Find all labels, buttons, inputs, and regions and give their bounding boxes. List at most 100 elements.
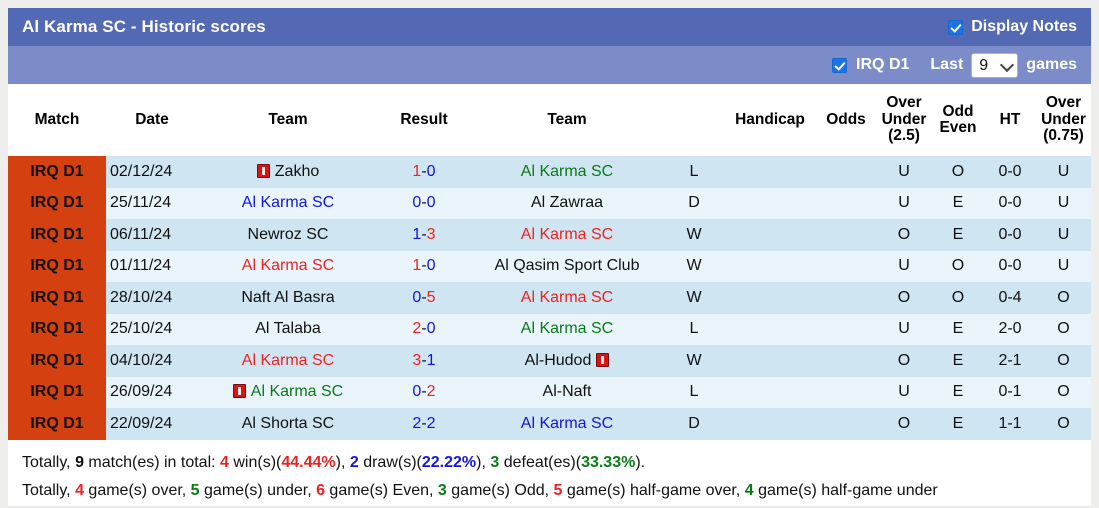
home-team-cell[interactable]: Newroz SC [198,219,378,251]
score-home: 2 [412,320,422,338]
sum1-t4: ), [335,453,350,471]
display-notes-checkbox[interactable] [948,19,964,35]
col-header-odd-even-line1: Odd [942,102,974,120]
table-row[interactable]: IRQ D1 26/09/24 Al Karma SC 0-2 Al-Naft L U E 0-… [8,376,1091,408]
odd-even-value: O [932,156,984,188]
result-wdl: W [664,219,724,251]
col-header-odd-even[interactable]: Odd Even [932,84,984,156]
table-row[interactable]: IRQ D1 22/09/24 Al Shorta SC 2-2 Al Karma SC… [8,408,1091,440]
over-under-value: U [876,187,932,219]
table-row[interactable]: IRQ D1 25/10/24 Al Talaba 2-0 Al Karma SC L U E… [8,313,1091,345]
result-wdl: D [664,187,724,219]
away-team-cell[interactable]: Al Qasim Sport Club [470,250,664,282]
match-date: 06/11/24 [106,219,198,251]
home-team-name: Al Shorta SC [241,414,335,432]
page-title: Al Karma SC - Historic scores [22,17,266,36]
col-header-match[interactable]: Match [8,84,106,156]
league-checkbox[interactable] [832,57,848,73]
over-under-value: O [876,345,932,377]
result-score[interactable]: 0-2 [378,376,470,408]
away-team-cell[interactable]: Al-Hudod [470,345,664,377]
col-header-over-under[interactable]: Over Under (2.5) [876,84,932,156]
over-under-075-value: O [1036,345,1091,377]
result-score[interactable]: 1-0 [378,156,470,188]
over-under-075-value: O [1036,313,1091,345]
match-date: 02/12/24 [106,156,198,188]
handicap-value [724,313,816,345]
col-header-odd-even-line2: Even [939,119,977,136]
score-home: 2 [412,414,422,432]
result-score[interactable]: 3-1 [378,345,470,377]
sum2-t2: game(s) over, [83,482,191,500]
games-count-select[interactable]: 56789101520 [971,52,1019,78]
home-team-name: Al Karma SC [241,351,335,369]
match-date: 26/09/24 [106,376,198,408]
sum2-half-under: 4 [744,482,754,500]
result-wdl: W [664,250,724,282]
half-time-score: 0-0 [984,187,1036,219]
col-header-over-under-075[interactable]: Over Under (0.75) [1036,84,1091,156]
away-team-cell[interactable]: Al Karma SC [470,219,664,251]
col-header-home-team[interactable]: Team [198,84,378,156]
table-row[interactable]: IRQ D1 06/11/24 Newroz SC 1-3 Al Karma SC W O E… [8,219,1091,251]
home-team-cell[interactable]: Al Talaba [198,313,378,345]
col-header-away-team[interactable]: Team [470,84,664,156]
odds-value [816,408,876,440]
result-wdl: L [664,376,724,408]
col-header-handicap[interactable]: Handicap [724,84,816,156]
col-header-ht[interactable]: HT [984,84,1036,156]
over-under-075-value: U [1036,156,1091,188]
home-team-cell[interactable]: Al Karma SC [198,250,378,282]
table-row[interactable]: IRQ D1 01/11/24 Al Karma SC 1-0 Al Qasim Spo… [8,250,1091,282]
table-header: Match Date Team Result Team Handicap Odd… [8,84,1091,156]
match-date: 28/10/24 [106,282,198,314]
result-score[interactable]: 1-0 [378,250,470,282]
odds-value [816,345,876,377]
table-row[interactable]: IRQ D1 25/11/24 Al Karma SC 0-0 Al Zawraa D U E… [8,187,1091,219]
away-team-cell[interactable]: Al Karma SC [470,313,664,345]
sum1-t7: defeat(es)( [499,453,582,471]
sum1-t6: ), [476,453,491,471]
home-team-cell[interactable]: Zakho [198,156,378,188]
col-header-odds[interactable]: Odds [816,84,876,156]
away-team-cell[interactable]: Al Zawraa [470,187,664,219]
result-score[interactable]: 2-0 [378,313,470,345]
col-header-ou075-line2: Under [1041,110,1086,128]
sum2-even: 6 [316,482,325,500]
col-header-date[interactable]: Date [106,84,198,156]
sum1-win-pct: 44.44% [281,453,336,471]
result-score[interactable]: 0-5 [378,282,470,314]
score-away: 3 [426,225,436,243]
sum2-odd: 3 [437,482,447,500]
away-team-name: Al Karma SC [520,225,614,243]
table-row[interactable]: IRQ D1 02/12/24 Zakho 1-0 Al Karma SC L U O 0-0 U [8,156,1091,188]
over-under-value: O [876,408,932,440]
result-score[interactable]: 2-2 [378,408,470,440]
home-team-cell[interactable]: Al Shorta SC [198,408,378,440]
league-filter: IRQ D1 [832,56,909,74]
display-notes-control: Display Notes [948,18,1077,36]
home-team-cell[interactable]: Al Karma SC [198,345,378,377]
result-score[interactable]: 1-3 [378,219,470,251]
away-team-cell[interactable]: Al-Naft [470,376,664,408]
away-team-cell[interactable]: Al Karma SC [470,408,664,440]
col-header-ou075-line3: (0.75) [1043,127,1084,145]
col-header-result[interactable]: Result [378,84,470,156]
home-team-cell[interactable]: Naft Al Basra [198,282,378,314]
score-away: 2 [426,414,436,432]
summary-footer: Totally, 9 match(es) in total: 4 win(s)(… [8,439,1091,506]
red-card-icon [232,384,246,399]
table-row[interactable]: IRQ D1 04/10/24 Al Karma SC 3-1 Al-Hudod W O E 2… [8,345,1091,377]
score-away: 0 [426,320,436,338]
odd-even-value: E [932,313,984,345]
result-score[interactable]: 0-0 [378,187,470,219]
table-row[interactable]: IRQ D1 28/10/24 Naft Al Basra 0-5 Al Karma S… [8,282,1091,314]
home-team-cell[interactable]: Al Karma SC [198,187,378,219]
historic-scores-widget: Al Karma SC - Historic scores Display No… [8,8,1091,506]
home-team-cell[interactable]: Al Karma SC [198,376,378,408]
sum2-t3: game(s) under, [199,482,317,500]
sum1-wins: 4 [220,453,229,471]
away-team-cell[interactable]: Al Karma SC [470,282,664,314]
result-wdl: D [664,408,724,440]
away-team-cell[interactable]: Al Karma SC [470,156,664,188]
